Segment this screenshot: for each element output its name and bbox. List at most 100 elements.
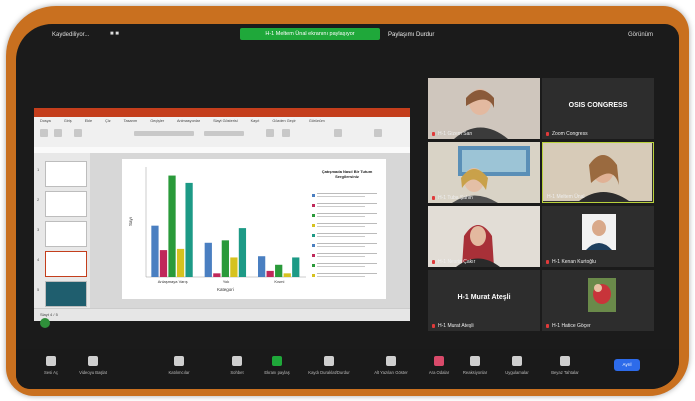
slide-status: Slayt 4 / 5 (40, 312, 58, 317)
tab-view[interactable]: Görünüm (309, 119, 325, 123)
video-off-icon (88, 356, 98, 366)
tab-animations[interactable]: Animasyonlar (177, 119, 200, 123)
participant-name: Zoom Congress (552, 131, 588, 137)
legend-swatch (312, 224, 315, 227)
tab-slideshow[interactable]: Slayt Gösterisi (213, 119, 237, 123)
record-button[interactable]: Kaydı Duraklat/Durdur (304, 353, 354, 385)
current-slide[interactable]: Anlaşmaya Varış Yok Kısmi Sayı Kategori Ça… (122, 159, 386, 299)
shared-screen: Dosya Giriş Ekle Çiz Tasarım Geçişler An… (34, 108, 410, 321)
tab-draw[interactable]: Çiz (105, 119, 110, 123)
muted-mic-icon (546, 260, 549, 264)
tab-home[interactable]: Giriş (64, 119, 72, 123)
paste-icon[interactable] (40, 129, 48, 137)
chart-bar (283, 273, 291, 277)
muted-mic-icon (432, 260, 435, 264)
ppt-status-bar: Slayt 4 / 5 (34, 308, 410, 321)
apps-button[interactable]: Uygulamalar (492, 353, 542, 385)
participant-tile[interactable]: H-1 Hatice Göçer (542, 270, 654, 331)
muted-mic-icon (432, 132, 435, 136)
slide-thumbnail-selected[interactable] (45, 251, 87, 277)
slide-number: 2 (37, 197, 40, 202)
x-axis-label: Kategori (217, 287, 234, 292)
slide-thumbnail[interactable] (45, 191, 87, 217)
bar-chart: Anlaşmaya Varış Yok Kısmi (145, 167, 306, 284)
chart-bar (238, 228, 247, 277)
legend-swatch (312, 254, 315, 257)
chart-bar (292, 257, 300, 277)
ppt-title-bar (34, 108, 410, 117)
slide-thumbnail[interactable] (45, 161, 87, 187)
slide-edit-area: Anlaşmaya Varış Yok Kısmi Sayı Kategori Ça… (90, 153, 410, 308)
participant-video (428, 78, 540, 139)
participant-tile[interactable]: H-1 Kenan Kurtoğlu (542, 206, 654, 267)
font-box-icon[interactable] (134, 131, 194, 136)
share-banner: H-1 Meltem Ünal ekranını paylaşıyor (240, 28, 380, 40)
tab-transitions[interactable]: Geçişler (150, 119, 164, 123)
participant-tile-active[interactable]: H-1 Meltem Ünal (542, 142, 654, 203)
tab-file[interactable]: Dosya (40, 119, 51, 123)
participant-tile[interactable]: H-1 Nesrin Çakır (428, 206, 540, 267)
slide-thumbnail[interactable] (45, 281, 87, 307)
pencil-icon[interactable] (40, 318, 50, 328)
share-info: Kaydediliyor... (52, 32, 90, 38)
muted-mic-icon (546, 324, 549, 328)
legend-item (312, 253, 382, 261)
participants-button[interactable]: Katılımcılar (154, 353, 204, 385)
pause-stop-icon (324, 356, 334, 366)
window-controls-icon[interactable]: ■ ■ (110, 31, 119, 37)
whiteboard-button[interactable]: Beyaz Tahtalar (540, 353, 590, 385)
participant-tile[interactable]: H-1 Murat Ateşli H-1 Murat Ateşli (428, 270, 540, 331)
participant-photo (542, 270, 654, 331)
legend-title: Çatışmada Nasıl Bir Tutum Sergilersiniz (321, 169, 373, 179)
whiteboard-icon (560, 356, 570, 366)
chart-bar (185, 182, 193, 277)
participant-tile[interactable]: H-1 Gizem Sarı (428, 78, 540, 139)
tab-record[interactable]: Kayıt (251, 119, 260, 123)
share-screen-button[interactable]: Ekranı paylaş (252, 353, 302, 385)
tab-design[interactable]: Tasarım (124, 119, 138, 123)
participant-name: H-1 Nesrin Çakır (438, 259, 476, 265)
chart-bar (230, 257, 238, 277)
leave-button[interactable]: Ayrıl (614, 359, 640, 371)
chart-bar (168, 175, 176, 277)
chart-bar (266, 270, 274, 277)
mic-muted-icon (46, 356, 56, 366)
participant-name: H-1 Tuba Şahin (438, 195, 473, 201)
ribbon-tabs: Dosya Giriş Ekle Çiz Tasarım Geçişler An… (34, 117, 410, 125)
shapes-icon[interactable] (266, 129, 274, 137)
participant-video (428, 206, 540, 267)
stop-share-button[interactable]: Paylaşımı Durdur (388, 32, 434, 38)
ppt-ribbon: Dosya Giriş Ekle Çiz Tasarım Geçişler An… (34, 117, 410, 148)
legend-swatch (312, 264, 315, 267)
slide-number: 3 (37, 227, 40, 232)
legend-swatch (312, 214, 315, 217)
share-screen-icon (272, 356, 282, 366)
participant-tile[interactable]: OSIS CONGRESS Zoom Congress (542, 78, 654, 139)
meeting-toolbar: Sesi Aç Videoyu Başlat Katılımcılar Sohb… (16, 349, 679, 389)
captions-button[interactable]: Alt Yazıları Göster (366, 353, 416, 385)
view-button[interactable]: Görünüm (628, 32, 653, 38)
muted-mic-icon (432, 196, 435, 200)
legend-item (312, 223, 382, 231)
find-icon[interactable] (334, 129, 342, 137)
paragraph-icon[interactable] (204, 131, 244, 136)
tab-insert[interactable]: Ekle (85, 119, 92, 123)
legend-item (312, 203, 382, 211)
reaction-icon (470, 356, 480, 366)
layout-icon[interactable] (74, 129, 82, 137)
legend-swatch (312, 274, 315, 277)
chart-bar (159, 250, 168, 277)
x-tick-label: Yok (223, 279, 230, 284)
chart-legend (312, 191, 382, 281)
new-slide-icon[interactable] (54, 129, 62, 137)
participant-name: H-1 Hatice Göçer (552, 323, 591, 329)
tab-review[interactable]: Gözden Geçir (272, 119, 295, 123)
slide-thumbnail[interactable] (45, 221, 87, 247)
participant-tile[interactable]: H-1 Tuba Şahin (428, 142, 540, 203)
start-video-button[interactable]: Videoyu Başlat (68, 353, 118, 385)
photo-frame: Kaydediliyor... ■ ■ H-1 Meltem Ünal ekra… (0, 0, 695, 401)
arrange-icon[interactable] (282, 129, 290, 137)
designer-icon[interactable] (374, 129, 382, 137)
chart-bar (258, 256, 266, 277)
chart-bar (176, 248, 185, 277)
